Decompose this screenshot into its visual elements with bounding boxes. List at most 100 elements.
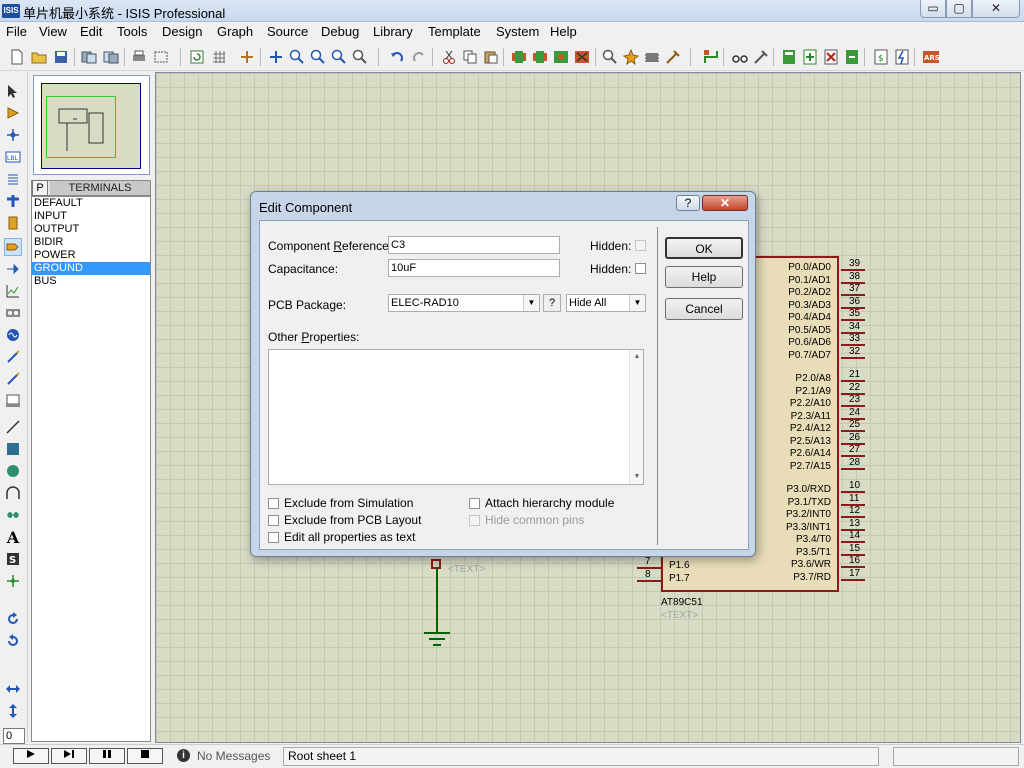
terminal-item[interactable]: BIDIR bbox=[32, 236, 150, 249]
menu-tools[interactable]: Tools bbox=[117, 24, 147, 39]
terminals-mode-icon[interactable] bbox=[4, 238, 22, 256]
zoom-area-icon[interactable] bbox=[351, 48, 369, 66]
save-icon[interactable] bbox=[52, 48, 70, 66]
menu-template[interactable]: Template bbox=[428, 24, 481, 39]
scroll-down-icon[interactable]: ▼ bbox=[630, 471, 644, 483]
tape-recorder-icon[interactable] bbox=[4, 304, 22, 322]
rotation-angle-input[interactable] bbox=[3, 728, 25, 744]
ground-wire[interactable] bbox=[436, 568, 438, 633]
pick-device-icon[interactable] bbox=[601, 48, 619, 66]
property-assignment-icon[interactable] bbox=[752, 48, 770, 66]
exit-parent-icon[interactable] bbox=[843, 48, 861, 66]
generator-mode-icon[interactable] bbox=[4, 326, 22, 344]
remove-sheet-icon[interactable] bbox=[822, 48, 840, 66]
copy-icon[interactable] bbox=[461, 48, 479, 66]
ok-button[interactable]: OK bbox=[665, 237, 743, 259]
pcb-package-help-button[interactable]: ? bbox=[543, 294, 561, 312]
menu-source[interactable]: Source bbox=[267, 24, 308, 39]
other-properties-textarea[interactable]: ▲ ▼ bbox=[268, 349, 644, 485]
minimize-button[interactable]: ▭ bbox=[920, 0, 946, 18]
line-tool-icon[interactable] bbox=[4, 418, 22, 436]
hide-all-select[interactable]: Hide All ▼ bbox=[566, 294, 646, 312]
terminal-item[interactable]: OUTPUT bbox=[32, 223, 150, 236]
messages-status[interactable]: No Messages bbox=[197, 749, 270, 763]
dialog-close-button[interactable]: ✕ bbox=[702, 195, 748, 211]
paste-icon[interactable] bbox=[482, 48, 500, 66]
attach-hierarchy-checkbox[interactable] bbox=[469, 498, 480, 509]
block-copy-icon[interactable] bbox=[510, 48, 528, 66]
selection-mode-icon[interactable] bbox=[4, 82, 22, 100]
grid-icon[interactable] bbox=[210, 48, 228, 66]
print-icon[interactable] bbox=[130, 48, 148, 66]
export-section-icon[interactable] bbox=[102, 48, 120, 66]
terminal-item[interactable]: DEFAULT bbox=[32, 197, 150, 210]
capacitance-field[interactable] bbox=[388, 259, 560, 277]
pick-button[interactable]: P bbox=[32, 180, 48, 196]
buses-icon[interactable] bbox=[4, 192, 22, 210]
exclude-simulation-checkbox[interactable] bbox=[268, 498, 279, 509]
voltage-probe-icon[interactable] bbox=[4, 348, 22, 366]
stop-button[interactable] bbox=[127, 748, 163, 764]
menu-help[interactable]: Help bbox=[550, 24, 577, 39]
menu-system[interactable]: System bbox=[496, 24, 539, 39]
open-folder-icon[interactable] bbox=[30, 48, 48, 66]
chip-pin[interactable] bbox=[637, 579, 661, 582]
marker-tool-icon[interactable] bbox=[4, 572, 22, 590]
terminal-item[interactable]: BUS bbox=[32, 275, 150, 288]
dialog-help-button[interactable]: ? bbox=[676, 195, 700, 211]
menu-design[interactable]: Design bbox=[162, 24, 202, 39]
circle-tool-icon[interactable] bbox=[4, 462, 22, 480]
junction-dot-icon[interactable] bbox=[4, 126, 22, 144]
netlist-to-ares-icon[interactable]: ARS bbox=[922, 48, 940, 66]
zoom-in-icon[interactable] bbox=[288, 48, 306, 66]
menu-library[interactable]: Library bbox=[373, 24, 413, 39]
current-probe-icon[interactable] bbox=[4, 370, 22, 388]
rotate-clockwise-icon[interactable] bbox=[4, 610, 22, 628]
terminal-item[interactable]: POWER bbox=[32, 249, 150, 262]
arc-tool-icon[interactable] bbox=[4, 484, 22, 502]
electrical-rule-check-icon[interactable] bbox=[893, 48, 911, 66]
make-device-icon[interactable] bbox=[622, 48, 640, 66]
symbol-tool-icon[interactable]: S bbox=[4, 550, 22, 568]
edit-all-text-checkbox[interactable] bbox=[268, 532, 279, 543]
scroll-up-icon[interactable]: ▲ bbox=[630, 351, 644, 363]
decompose-icon[interactable] bbox=[664, 48, 682, 66]
block-delete-icon[interactable] bbox=[573, 48, 591, 66]
ground-symbol[interactable] bbox=[424, 632, 450, 634]
reference-hidden-checkbox[interactable] bbox=[635, 240, 646, 251]
zoom-all-icon[interactable] bbox=[330, 48, 348, 66]
path-tool-icon[interactable] bbox=[4, 506, 22, 524]
device-pins-icon[interactable] bbox=[4, 260, 22, 278]
menu-debug[interactable]: Debug bbox=[321, 24, 359, 39]
new-file-icon[interactable] bbox=[8, 48, 26, 66]
block-move-icon[interactable] bbox=[531, 48, 549, 66]
add-sheet-icon[interactable] bbox=[801, 48, 819, 66]
redraw-icon[interactable] bbox=[188, 48, 206, 66]
rotate-anticlockwise-icon[interactable] bbox=[4, 632, 22, 650]
play-button[interactable] bbox=[13, 748, 49, 764]
cancel-button[interactable]: Cancel bbox=[665, 298, 743, 320]
text-tool-icon[interactable]: A bbox=[4, 528, 22, 547]
zoom-out-icon[interactable] bbox=[309, 48, 327, 66]
mirror-vertical-icon[interactable] bbox=[4, 702, 22, 720]
virtual-instruments-icon[interactable] bbox=[4, 392, 22, 410]
menu-file[interactable]: File bbox=[6, 24, 27, 39]
pan-icon[interactable] bbox=[267, 48, 285, 66]
terminal-item[interactable]: INPUT bbox=[32, 210, 150, 223]
graph-mode-icon[interactable] bbox=[4, 282, 22, 300]
properties-scrollbar[interactable]: ▲ ▼ bbox=[629, 350, 643, 484]
redo-icon[interactable] bbox=[410, 48, 428, 66]
chip-pin[interactable] bbox=[841, 578, 865, 581]
subcircuit-icon[interactable] bbox=[4, 214, 22, 232]
box-tool-icon[interactable] bbox=[4, 440, 22, 458]
pcb-package-select[interactable]: ELEC-RAD10 ▼ bbox=[388, 294, 540, 312]
cut-icon[interactable] bbox=[440, 48, 458, 66]
bill-of-materials-icon[interactable]: $ bbox=[872, 48, 890, 66]
block-rotate-icon[interactable] bbox=[552, 48, 570, 66]
pause-button[interactable] bbox=[89, 748, 125, 764]
maximize-button[interactable]: ▢ bbox=[946, 0, 972, 18]
undo-icon[interactable] bbox=[388, 48, 406, 66]
help-button[interactable]: Help bbox=[665, 266, 743, 288]
capacitance-hidden-checkbox[interactable] bbox=[635, 263, 646, 274]
chip-pin[interactable] bbox=[841, 356, 865, 359]
